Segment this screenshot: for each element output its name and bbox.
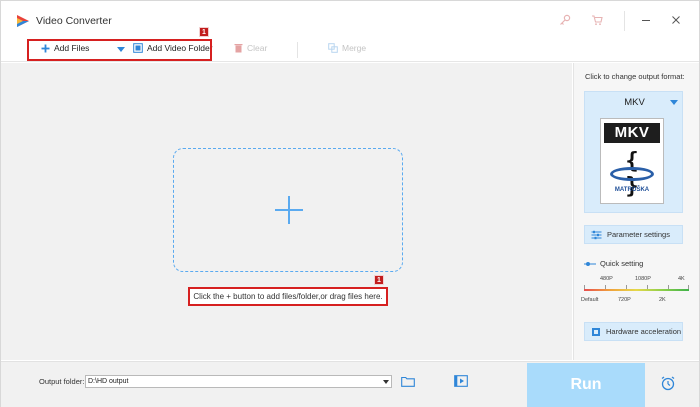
clear-label: Clear	[247, 43, 268, 53]
format-dropdown-icon[interactable]	[670, 100, 678, 105]
scale-label-1080p: 1080P	[635, 276, 651, 282]
hint-step-badge: 1	[374, 275, 384, 285]
scale-label-4k: 4K	[678, 276, 685, 282]
file-list-area[interactable]: 1 Click the + button to add files/folder…	[1, 63, 572, 360]
quality-slider[interactable]	[584, 289, 689, 291]
output-folder-field[interactable]: D:\HD output	[85, 375, 392, 388]
schedule-button[interactable]	[658, 373, 678, 393]
drop-hint: Click the + button to add files/folder,o…	[188, 287, 388, 306]
mkv-logo-text: MKV	[604, 123, 660, 143]
window-title: Video Converter	[36, 15, 112, 27]
output-folder-label: Output folder:	[39, 377, 85, 386]
matroska-ring-icon	[610, 167, 654, 181]
sliders-icon	[591, 230, 602, 239]
video-file-icon	[454, 375, 468, 387]
chip-icon	[592, 327, 600, 336]
add-plus-icon-vertical	[288, 196, 290, 224]
parameter-settings-label: Parameter settings	[607, 230, 670, 239]
change-format-label: Click to change output format:	[585, 72, 685, 81]
run-button[interactable]: Run	[527, 363, 645, 407]
close-button[interactable]	[668, 12, 684, 28]
mkv-logo-subtext: MATROŠKA	[614, 187, 650, 193]
scale-label-2k: 2K	[659, 297, 666, 303]
browse-folder-button[interactable]	[400, 374, 416, 388]
quick-setting-header: Quick setting	[584, 259, 643, 268]
step-badge: 1	[199, 27, 209, 37]
cart-icon[interactable]	[589, 12, 605, 28]
output-folder-dropdown-icon[interactable]	[383, 380, 389, 384]
open-output-button[interactable]	[453, 374, 469, 388]
alarm-clock-icon	[661, 376, 675, 391]
scale-label-480p: 480P	[600, 276, 613, 282]
scale-label-720p: 720P	[618, 297, 631, 303]
toolbar-divider	[297, 42, 298, 58]
hardware-acceleration-label: Hardware acceleration	[606, 327, 682, 336]
drop-hint-text: Click the + button to add files/folder,o…	[193, 292, 383, 301]
hardware-acceleration-button[interactable]: Hardware acceleration	[584, 322, 683, 341]
merge-label: Merge	[342, 43, 367, 53]
add-files-dropzone[interactable]	[173, 148, 403, 272]
scale-label-default: Default	[581, 297, 599, 303]
titlebar-divider	[624, 11, 625, 31]
app-logo-icon	[17, 15, 29, 27]
clear-button[interactable]: Clear	[234, 43, 267, 53]
key-icon[interactable]	[557, 12, 573, 28]
output-folder-value: D:\HD output	[88, 378, 129, 385]
output-settings-panel: Click to change output format: MKV MKV {…	[573, 63, 699, 360]
merge-icon	[328, 43, 338, 53]
toolbar: Add Files Add Video Folder 1 Clear Merge	[1, 27, 699, 62]
bottom-bar: Output folder: D:\HD output Run	[1, 361, 699, 407]
add-files-highlight	[27, 39, 212, 61]
quick-setting-slider-icon	[584, 261, 596, 266]
folder-icon	[401, 376, 415, 387]
output-format-selector[interactable]: MKV MKV { } MATROŠKA	[584, 91, 683, 213]
quick-setting-label: Quick setting	[600, 259, 644, 268]
trash-icon	[234, 44, 243, 53]
title-bar: Video Converter	[1, 1, 699, 38]
mkv-format-logo: MKV { } MATROŠKA	[600, 118, 664, 204]
merge-button[interactable]: Merge	[328, 43, 366, 53]
minimize-button[interactable]	[638, 12, 654, 28]
parameter-settings-button[interactable]: Parameter settings	[584, 225, 683, 244]
app-window: Video Converter Add Files Add Video Fold…	[0, 0, 700, 407]
